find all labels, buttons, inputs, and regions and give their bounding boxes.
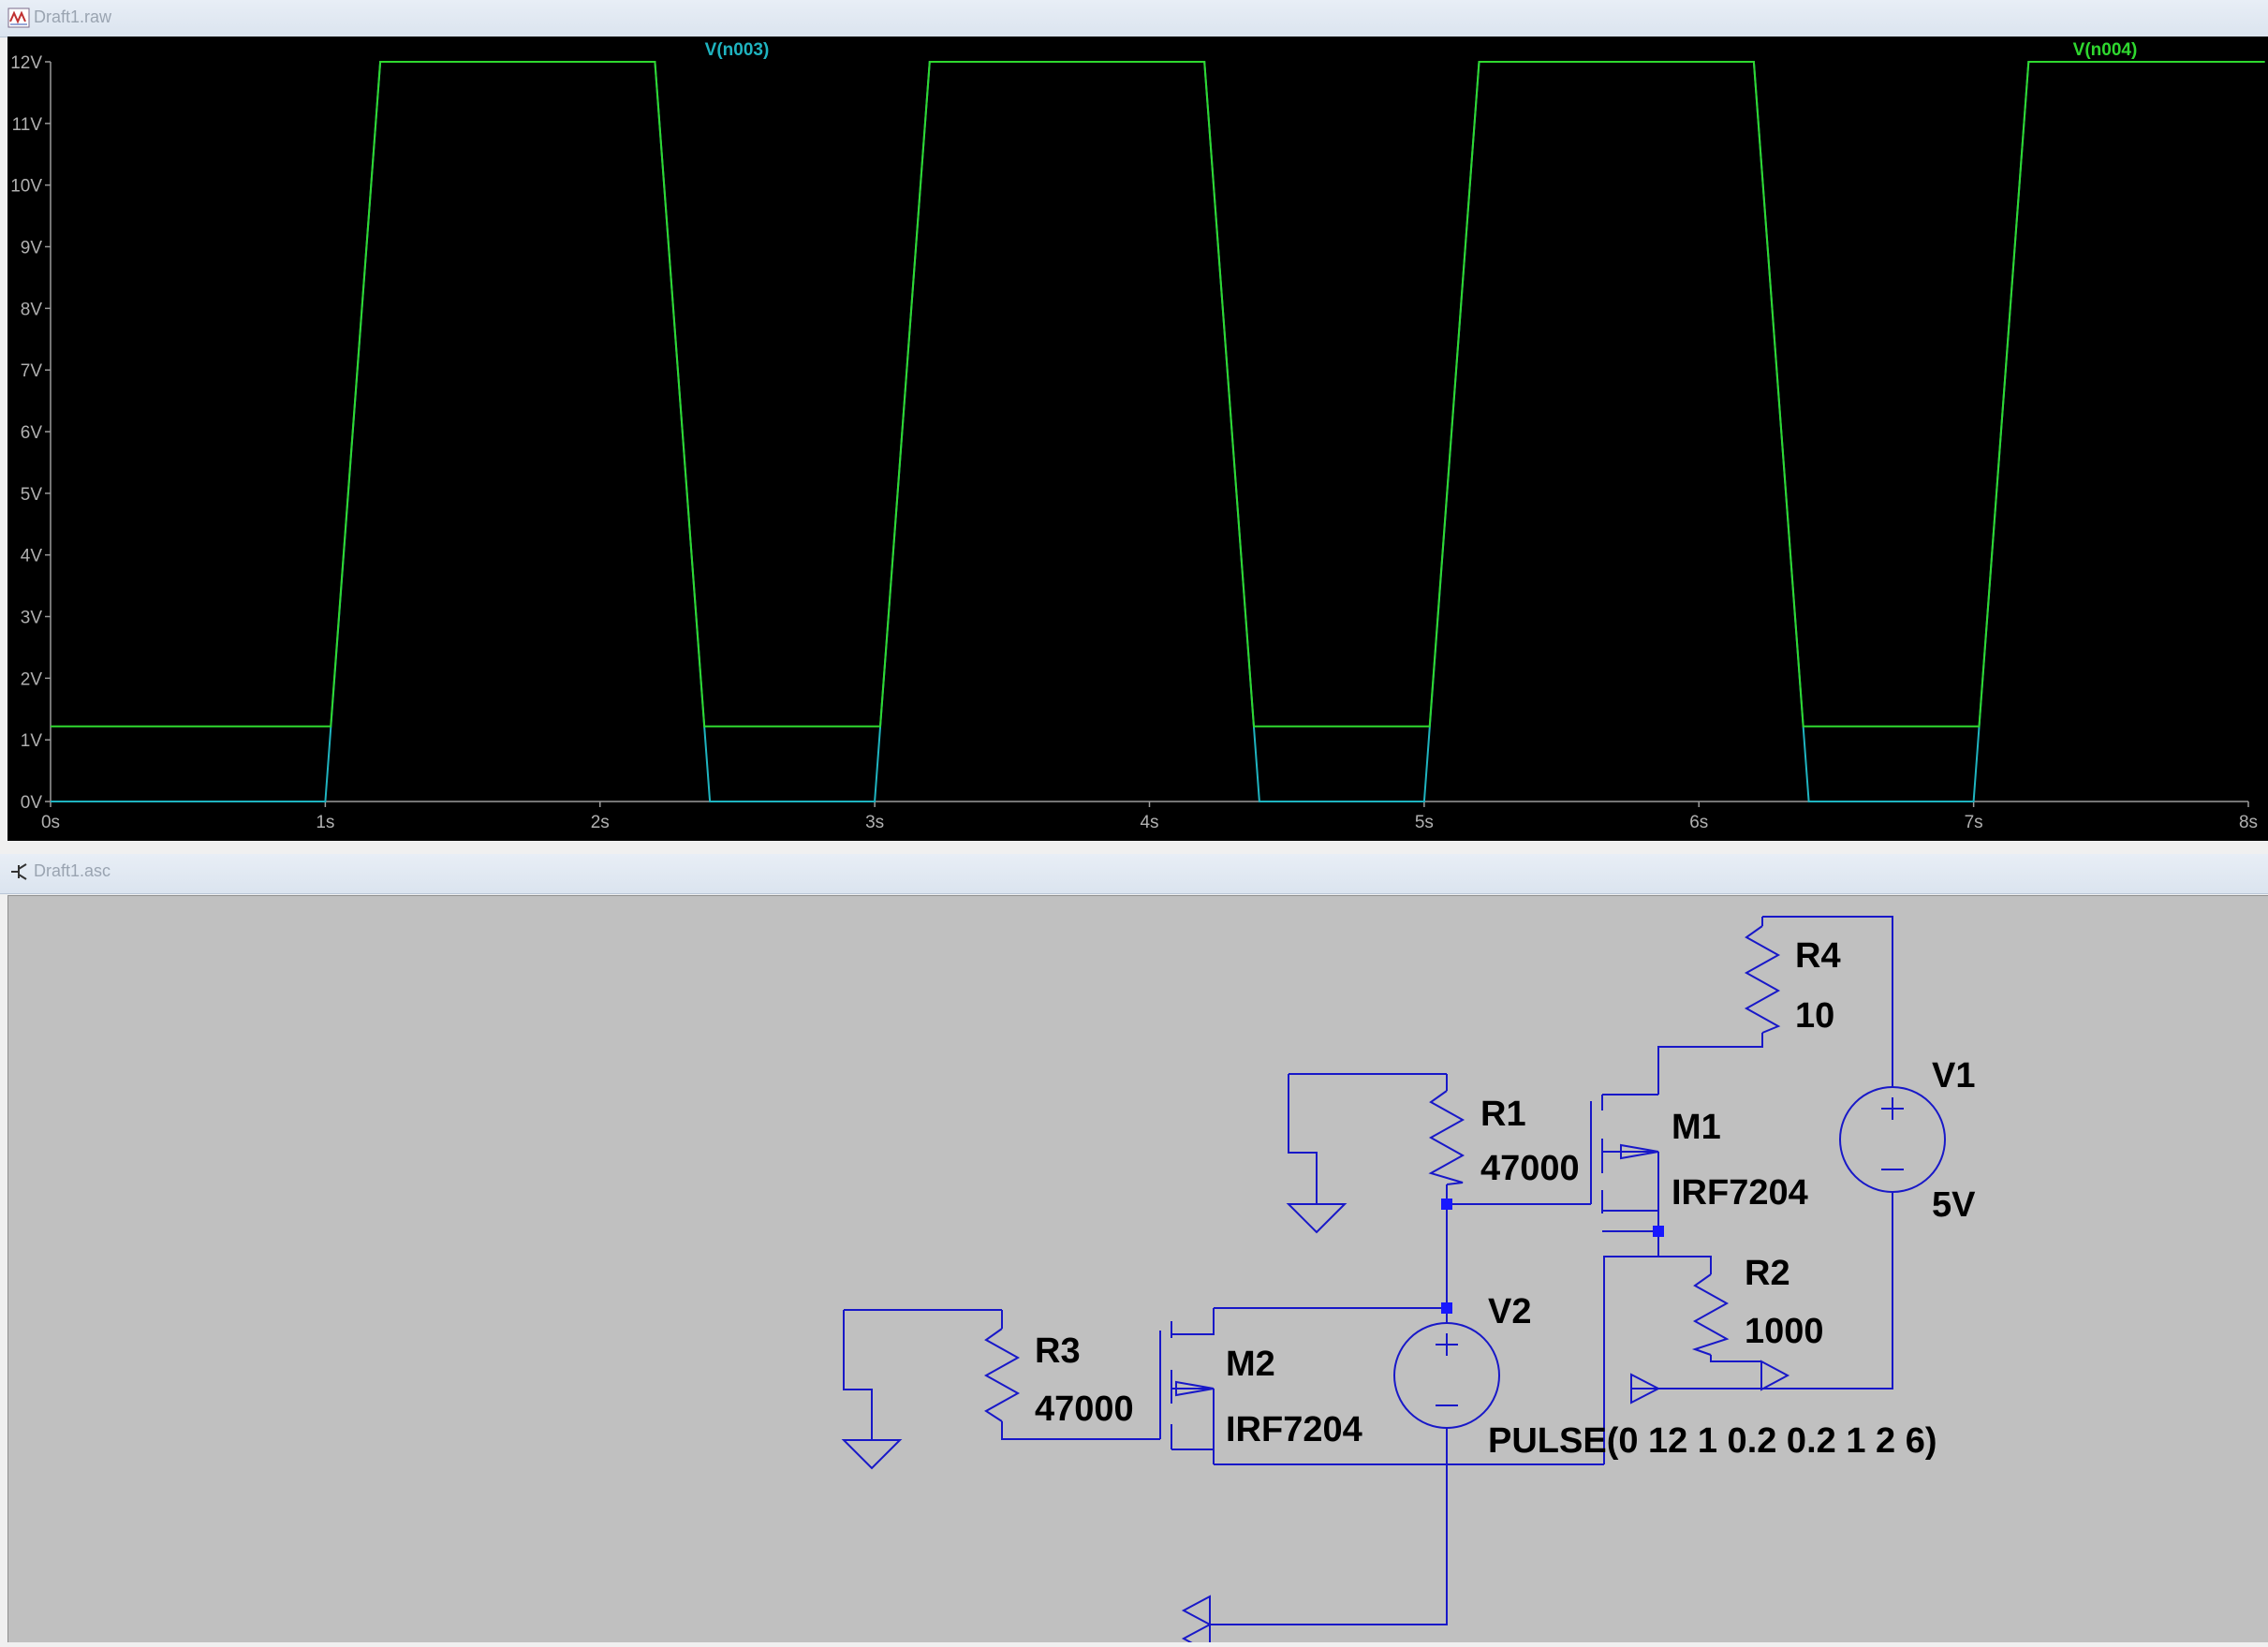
y-tick-label: 6V [21, 423, 43, 443]
splitter[interactable] [0, 841, 2268, 847]
r4-value-label: 10 [1795, 996, 1834, 1036]
r3-ref-label: R3 [1035, 1331, 1081, 1371]
y-tick-label: 8V [21, 300, 43, 319]
r3-value-label: 47000 [1035, 1390, 1134, 1429]
r1-ref-label: R1 [1480, 1095, 1526, 1134]
series-v-n004- [51, 62, 2265, 727]
x-tick-label: 0s [41, 813, 60, 832]
r4-ref-label: R4 [1795, 936, 1841, 976]
x-tick-label: 2s [591, 813, 610, 832]
r2-value-label: 1000 [1745, 1312, 1824, 1351]
schematic-title-bar[interactable]: Draft1.asc [0, 854, 2268, 894]
y-tick-label: 1V [21, 731, 43, 751]
m2-value-label: IRF7204 [1226, 1410, 1362, 1449]
x-tick-label: 7s [1965, 813, 1983, 832]
v2-value-label: PULSE(0 12 1 0.2 0.2 1 2 6) [1488, 1421, 1937, 1461]
v1-ref-label: V1 [1932, 1056, 1975, 1096]
waveform-window-icon[interactable] [7, 7, 30, 28]
m1-ref-label: M1 [1672, 1108, 1721, 1147]
y-tick-label: 9V [21, 239, 43, 258]
y-tick-label: 2V [21, 669, 43, 689]
r1-value-label: 47000 [1480, 1149, 1580, 1188]
waveform-plot[interactable]: 0V 1V 2V 3V 4V 5V 6V 7V 8V 9V 10V 11V 12V 0s 1s 2s 3s 4s 5… [7, 37, 2268, 841]
y-tick-label: 0V [21, 793, 43, 813]
x-tick-label: 3s [865, 813, 884, 832]
waveform-title-bar[interactable]: Draft1.raw [0, 0, 2268, 37]
schematic-window: Draft1.asc [0, 854, 2268, 1641]
series-v-n003- [51, 62, 2265, 801]
y-tick-label: 7V [21, 361, 43, 381]
y-tick-label: 4V [21, 547, 43, 566]
legend-entry: V(n003) [705, 40, 770, 60]
m2-ref-label: M2 [1226, 1345, 1275, 1384]
waveform-plot-pane[interactable]: 0V 1V 2V 3V 4V 5V 6V 7V 8V 9V 10V 11V 12V 0s 1s 2s 3s 4s 5… [7, 37, 2268, 841]
waveform-window-title: Draft1.raw [34, 7, 111, 27]
y-tick-label: 5V [21, 485, 43, 505]
x-tick-label: 4s [1140, 813, 1158, 832]
v1-value-label: 5V [1932, 1185, 1976, 1225]
schematic-canvas[interactable]: R4 10 V1 5V R1 47000 M1 IRF7204 R2 1000 … [7, 895, 2268, 1642]
x-tick-label: 6s [1689, 813, 1708, 832]
schematic-window-icon[interactable] [7, 861, 30, 882]
schematic-window-title: Draft1.asc [34, 861, 110, 881]
waveform-window: Draft1.raw 0V 1V 2V 3V 4V 5V 6V 7V 8V 9V 10V 11V 12V… [0, 0, 2268, 847]
series-line [51, 62, 2265, 727]
m1-value-label: IRF7204 [1672, 1173, 1808, 1213]
y-tick-label: 12V [10, 53, 42, 73]
schematic-drawing[interactable]: R4 10 V1 5V R1 47000 M1 IRF7204 R2 1000 … [8, 896, 2268, 1642]
x-tick-label: 8s [2239, 813, 2258, 832]
legend-entry: V(n004) [2073, 40, 2138, 60]
x-tick-label: 5s [1415, 813, 1434, 832]
y-tick-label: 3V [21, 609, 43, 628]
y-tick-label: 10V [10, 177, 42, 197]
y-tick-label: 11V [12, 115, 43, 135]
x-tick-label: 1s [316, 813, 334, 832]
series-line [51, 62, 2265, 801]
r2-ref-label: R2 [1745, 1254, 1790, 1293]
v2-ref-label: V2 [1488, 1292, 1531, 1331]
